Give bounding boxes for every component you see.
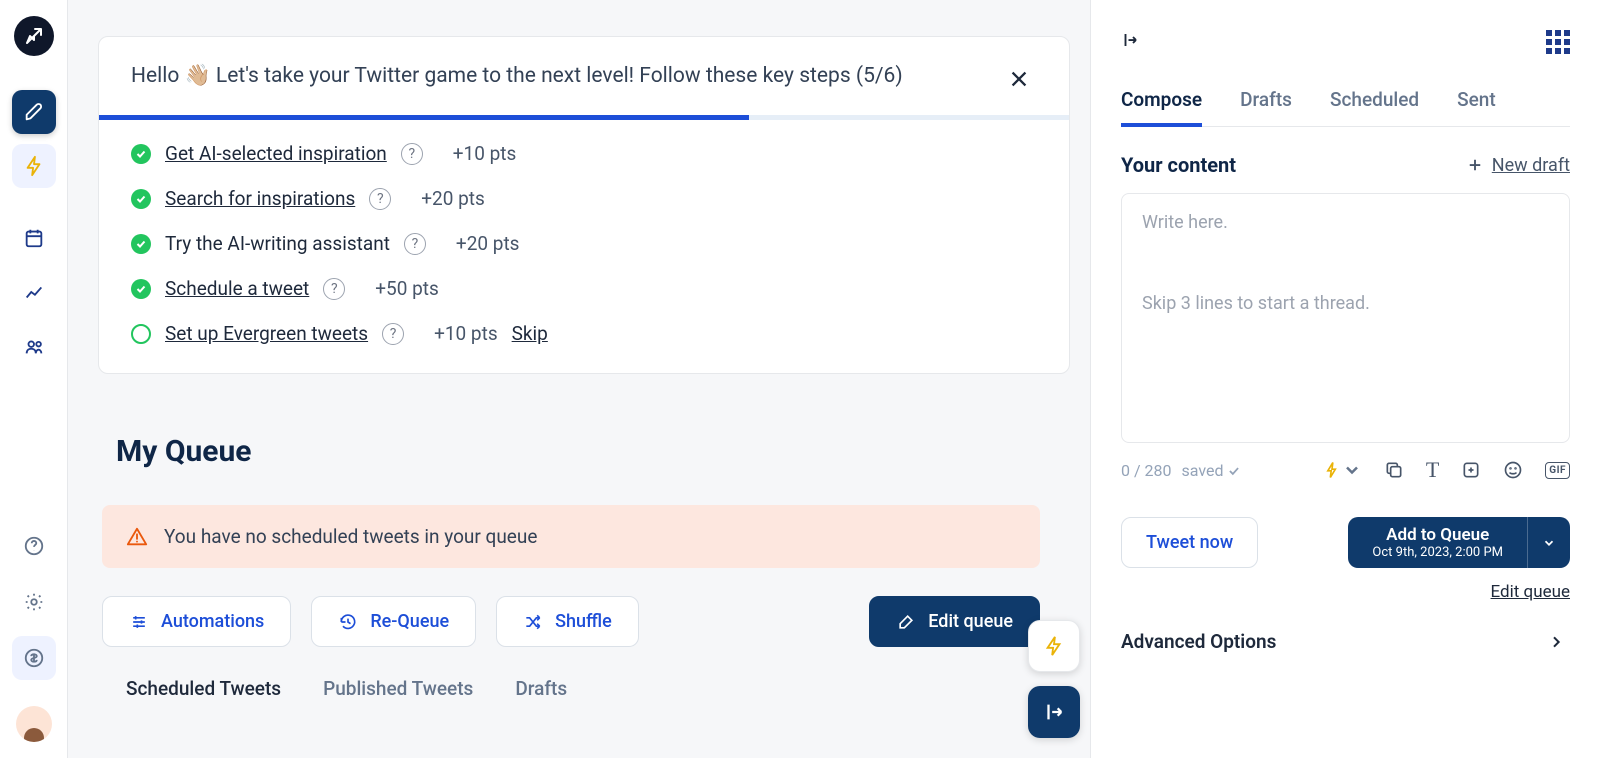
left-sidebar [0,0,68,758]
onboarding-card: Hello 👋🏼 Let's take your Twitter game to… [98,36,1070,374]
tweet-now-button[interactable]: Tweet now [1121,517,1258,568]
nav-compose[interactable] [12,90,56,134]
tab-sent[interactable]: Sent [1457,88,1496,126]
automations-button[interactable]: Automations [102,596,291,647]
requeue-button[interactable]: Re-Queue [311,596,476,647]
check-done-icon [131,144,151,164]
step-points: +10 pts [434,322,498,345]
queue-subtabs: Scheduled Tweets Published Tweets Drafts [126,677,1070,700]
alert-text: You have no scheduled tweets in your que… [164,525,537,548]
step-label[interactable]: Get AI-selected inspiration [165,142,387,165]
app-logo[interactable] [14,16,54,56]
apps-grid-icon[interactable] [1546,30,1570,54]
compose-tabs: Compose Drafts Scheduled Sent [1121,88,1570,127]
emoji-icon[interactable] [1503,460,1523,480]
tab-drafts[interactable]: Drafts [1240,88,1292,126]
step-points: +50 pts [375,277,439,300]
onboard-step-1: Search for inspirations? +20 pts [131,187,1037,210]
skip-link[interactable]: Skip [512,322,548,345]
check-done-icon [131,189,151,209]
copy-icon[interactable] [1384,460,1404,480]
add-to-queue-button[interactable]: Add to QueueOct 9th, 2023, 2:00 PM [1348,517,1570,568]
help-icon[interactable]: ? [369,188,391,210]
help-icon[interactable]: ? [404,233,426,255]
user-avatar[interactable] [16,706,52,742]
plus-icon [1466,156,1484,174]
ai-suggest-icon[interactable] [1322,460,1362,480]
onboard-step-4: Set up Evergreen tweets? +10 pts Skip [131,322,1037,345]
queue-title: My Queue [116,434,1070,469]
edit-queue-link[interactable]: Edit queue [1121,582,1570,602]
step-label[interactable]: Schedule a tweet [165,277,309,300]
new-draft-button[interactable]: New draft [1466,155,1570,176]
edit-queue-button[interactable]: Edit queue [869,596,1040,647]
nav-settings[interactable] [12,580,56,624]
check-done-icon [131,279,151,299]
step-points: +20 pts [456,232,520,255]
subtab-scheduled-tweets[interactable]: Scheduled Tweets [126,677,281,700]
step-points: +10 pts [453,142,517,165]
edit-icon [896,612,916,632]
char-counter: 0 / 280 [1121,461,1172,480]
queue-actions: Automations Re-Queue Shuffle Edit queue [102,596,1070,647]
gif-icon[interactable]: GIF [1545,462,1570,479]
nav-bolt[interactable] [12,144,56,188]
onboard-step-3: Schedule a tweet? +50 pts [131,277,1037,300]
chevron-right-icon [1548,634,1564,650]
help-icon[interactable]: ? [401,143,423,165]
text-format-icon[interactable]: T [1426,457,1439,483]
step-label[interactable]: Search for inspirations [165,187,355,210]
compose-panel: ComposeDraftsScheduledSent Your content … [1090,0,1600,758]
shuffle-button[interactable]: Shuffle [496,596,639,647]
shuffle-icon [523,612,543,632]
subtab-published-tweets[interactable]: Published Tweets [323,677,473,700]
nav-help[interactable] [12,524,56,568]
close-onboarding-button[interactable] [1001,61,1037,97]
tab-scheduled[interactable]: Scheduled [1330,88,1419,126]
saved-status: saved [1182,461,1242,480]
onboarding-steps: Get AI-selected inspiration? +10 pts Searc… [99,120,1069,373]
nav-billing[interactable] [12,636,56,680]
compose-textarea[interactable]: Write here. Skip 3 lines to start a thre… [1121,193,1570,443]
step-points: +20 pts [421,187,485,210]
tab-compose[interactable]: Compose [1121,88,1202,127]
collapse-panel-icon[interactable] [1121,31,1139,53]
queue-dropdown-chevron[interactable] [1527,517,1570,568]
onboard-step-0: Get AI-selected inspiration? +10 pts [131,142,1037,165]
history-icon [338,612,358,632]
warning-icon [126,526,148,548]
step-label[interactable]: Set up Evergreen tweets [165,322,368,345]
help-icon[interactable]: ? [323,278,345,300]
check-todo-icon [131,324,151,344]
subtab-drafts[interactable]: Drafts [515,677,567,700]
empty-queue-alert: You have no scheduled tweets in your que… [102,505,1040,568]
sliders-icon [129,612,149,632]
advanced-options-toggle[interactable]: Advanced Options [1121,630,1570,653]
float-expand-button[interactable] [1028,686,1080,738]
step-label: Try the AI-writing assistant [165,232,390,255]
add-media-icon[interactable] [1461,460,1481,480]
nav-analytics[interactable] [12,270,56,314]
content-heading: Your content [1121,153,1236,177]
nav-team[interactable] [12,324,56,368]
help-icon[interactable]: ? [382,323,404,345]
onboard-step-2: Try the AI-writing assistant? +20 pts [131,232,1037,255]
check-done-icon [131,234,151,254]
onboarding-heading: Hello 👋🏼 Let's take your Twitter game to… [131,61,981,97]
floating-buttons [1028,620,1080,738]
nav-calendar[interactable] [12,216,56,260]
float-bolt-button[interactable] [1028,620,1080,672]
main-content: Hello 👋🏼 Let's take your Twitter game to… [68,0,1090,758]
